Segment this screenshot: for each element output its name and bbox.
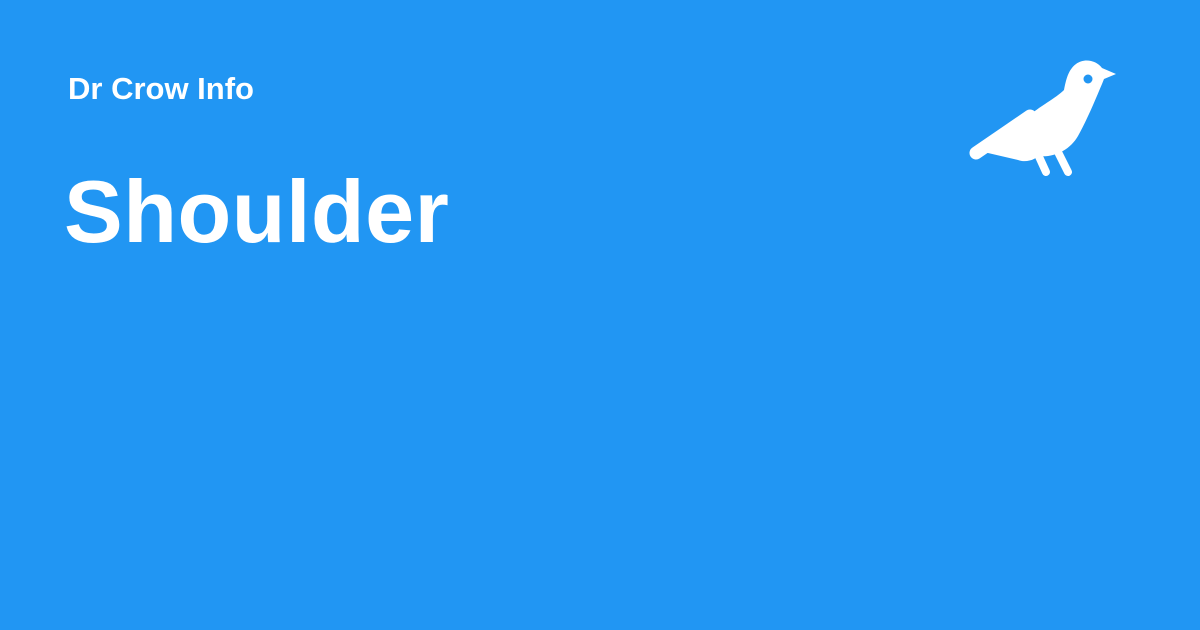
site-brand-name: Dr Crow Info [68,71,254,106]
page-title: Shoulder [64,162,450,261]
crow-icon [969,60,1116,176]
